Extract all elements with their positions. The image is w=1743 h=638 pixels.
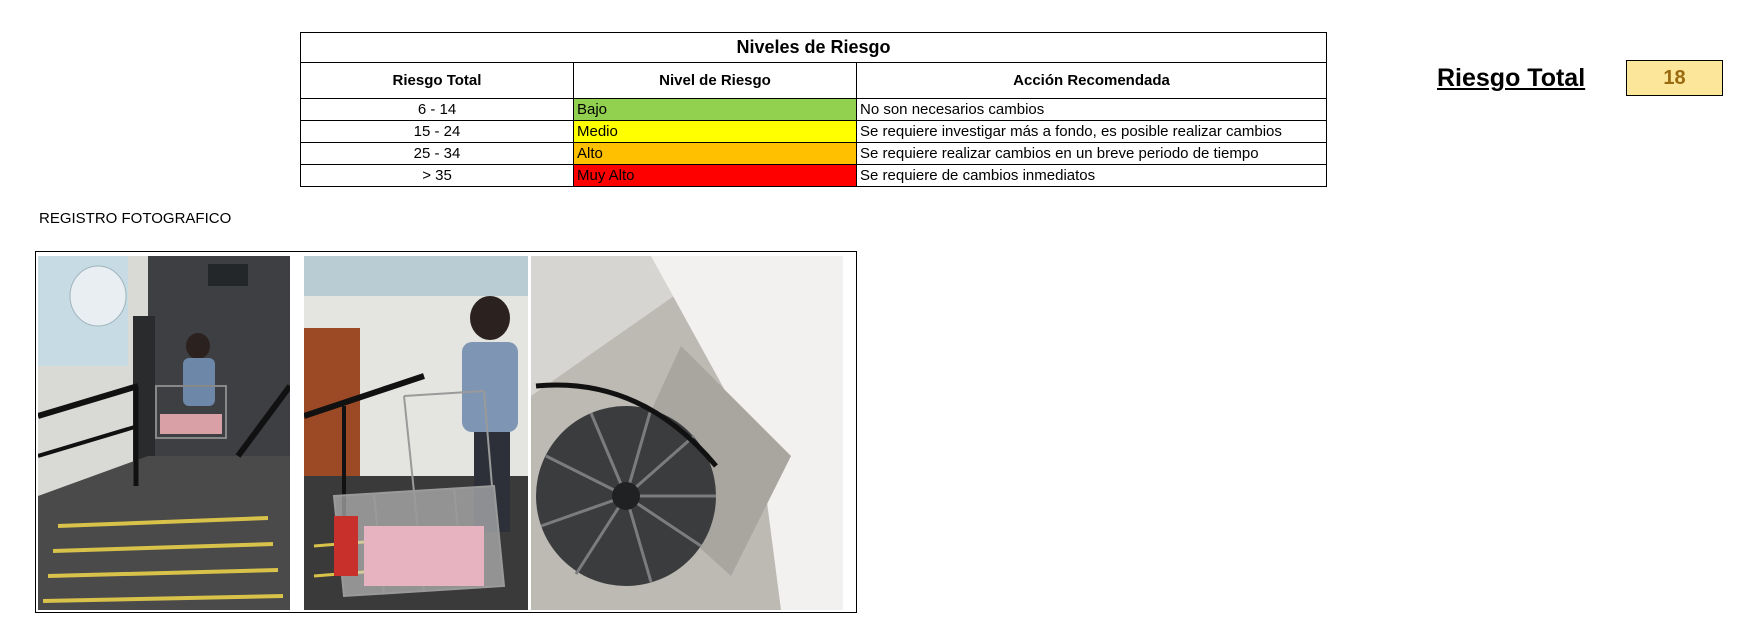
risk-table-title: Niveles de Riesgo — [299, 32, 1328, 63]
risk-levels-table: Niveles de Riesgo Riesgo Total Nivel de … — [299, 32, 1328, 187]
photo-section-title: REGISTRO FOTOGRAFICO — [39, 210, 232, 227]
photo-ramp-cart — [38, 256, 290, 610]
photo-worker-cart — [304, 256, 528, 610]
header-riesgo-total: Riesgo Total — [300, 62, 574, 99]
header-nivel-riesgo: Nivel de Riesgo — [573, 62, 857, 99]
table-row: > 35 Muy Alto Se requiere de cambios inm… — [300, 164, 1328, 187]
riesgo-total-value: 18 — [1626, 60, 1723, 96]
photo-frame — [35, 251, 857, 613]
action-cell: Se requiere investigar más a fondo, es p… — [855, 120, 1328, 143]
level-cell: Bajo — [573, 98, 857, 121]
level-cell: Alto — [573, 142, 857, 165]
riesgo-total-label: Riesgo Total — [1437, 64, 1586, 92]
action-cell: No son necesarios cambios — [855, 98, 1328, 121]
table-row: 25 - 34 Alto Se requiere realizar cambio… — [300, 142, 1328, 165]
header-accion: Acción Recomendada — [855, 62, 1328, 99]
level-cell: Muy Alto — [573, 164, 857, 187]
photo-spiral-staircase — [531, 256, 843, 610]
action-cell: Se requiere realizar cambios en un breve… — [855, 142, 1328, 165]
range-cell: > 35 — [300, 164, 574, 187]
range-cell: 6 - 14 — [300, 98, 574, 121]
table-row: 6 - 14 Bajo No son necesarios cambios — [300, 98, 1328, 121]
table-row: 15 - 24 Medio Se requiere investigar más… — [300, 120, 1328, 143]
level-cell: Medio — [573, 120, 857, 143]
range-cell: 15 - 24 — [300, 120, 574, 143]
range-cell: 25 - 34 — [300, 142, 574, 165]
action-cell: Se requiere de cambios inmediatos — [855, 164, 1328, 187]
